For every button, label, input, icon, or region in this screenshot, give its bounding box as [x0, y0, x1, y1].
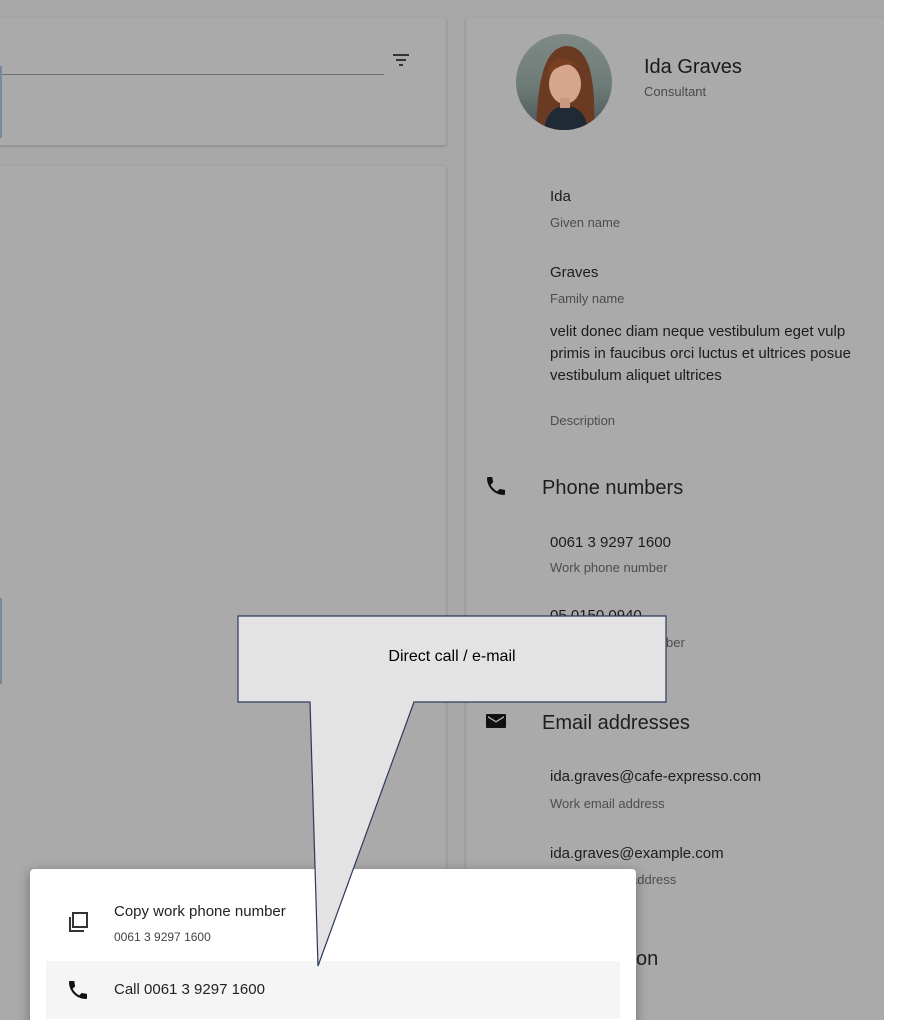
app-background: Ida Graves Consultant Ida Given name Gra… [0, 0, 884, 1020]
callout-text: Direct call / e-mail [388, 648, 516, 665]
callout-annotation [237, 615, 667, 967]
